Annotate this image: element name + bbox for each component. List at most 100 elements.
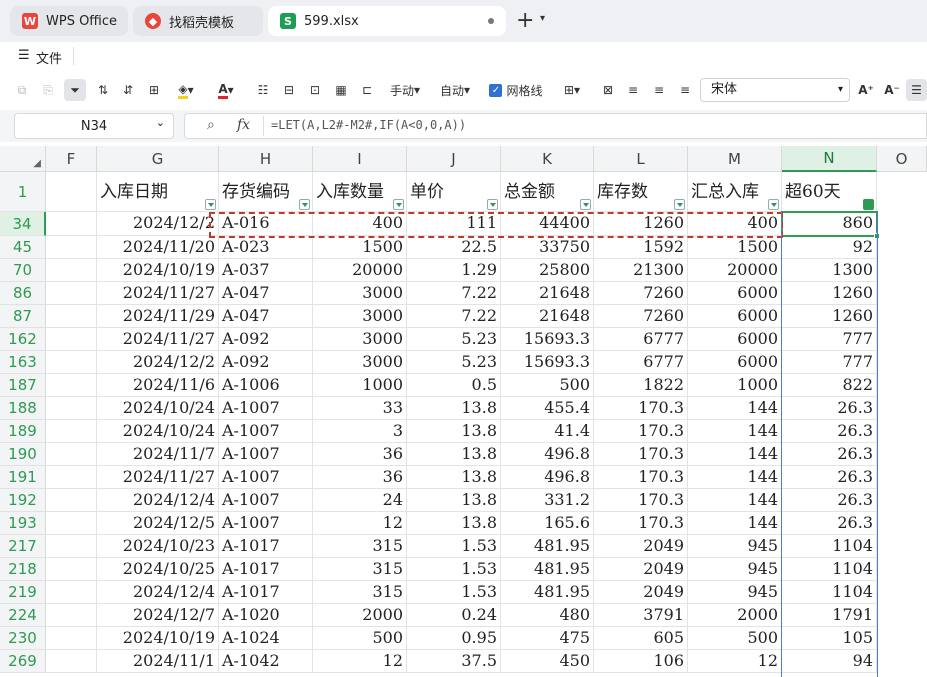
table-cell[interactable]: 481.95 — [501, 558, 594, 581]
table-cell[interactable]: 455.4 — [501, 397, 594, 420]
table-cell[interactable] — [46, 397, 97, 420]
table-cell[interactable]: 1000 — [313, 374, 407, 397]
table-cell[interactable]: 3000 — [313, 328, 407, 351]
table-cell[interactable]: 36 — [313, 443, 407, 466]
table-cell[interactable]: 2049 — [594, 581, 688, 604]
table-cell[interactable]: 1000 — [688, 374, 782, 397]
table-cell[interactable]: 3000 — [313, 351, 407, 374]
table-cell[interactable]: 500 — [688, 627, 782, 650]
table-cell[interactable]: 2024/12/5 — [97, 512, 219, 535]
table-cell[interactable] — [46, 512, 97, 535]
table-cell[interactable]: 2024/10/24 — [97, 397, 219, 420]
row-header[interactable]: 86 — [0, 282, 46, 305]
column-header-f[interactable]: F — [46, 146, 97, 172]
table-cell[interactable]: 7.22 — [407, 282, 501, 305]
chevron-down-icon[interactable]: ▾ — [540, 13, 545, 24]
table-cell[interactable]: 5.23 — [407, 328, 501, 351]
table-cell[interactable]: 1.29 — [407, 259, 501, 282]
table-cell[interactable]: 6000 — [688, 282, 782, 305]
gridlines-toggle[interactable]: ✓ 网格线 — [488, 79, 544, 101]
table-cell[interactable]: 2000 — [688, 604, 782, 627]
filter-dropdown-icon[interactable] — [393, 199, 404, 210]
row-header[interactable]: 224 — [0, 604, 46, 627]
filter-dropdown-icon[interactable] — [580, 199, 591, 210]
table-cell[interactable]: A-092 — [219, 351, 313, 374]
tab-wps-office[interactable]: W WPS Office — [10, 6, 128, 36]
table-cell[interactable]: A-1024 — [219, 627, 313, 650]
table-cell[interactable]: 170.3 — [594, 466, 688, 489]
table-cell[interactable]: A-1007 — [219, 420, 313, 443]
table-cell[interactable]: 481.95 — [501, 535, 594, 558]
table-cell[interactable]: 13.8 — [407, 420, 501, 443]
table-cell[interactable]: 945 — [688, 535, 782, 558]
table-cell[interactable]: A-092 — [219, 328, 313, 351]
table-cell[interactable]: 315 — [313, 535, 407, 558]
filter-dropdown-icon[interactable] — [863, 199, 874, 210]
header-cell[interactable]: 入库日期 — [97, 172, 219, 212]
font-name-select[interactable]: 宋体 ▾ — [700, 78, 850, 102]
table-cell[interactable]: 2024/10/19 — [97, 627, 219, 650]
row-header[interactable]: 269 — [0, 650, 46, 673]
row-header[interactable]: 187 — [0, 374, 46, 397]
table-cell[interactable]: 500 — [313, 627, 407, 650]
table-cell[interactable]: 6777 — [594, 328, 688, 351]
table-cell[interactable]: 2024/11/27 — [97, 328, 219, 351]
table-cell[interactable]: 33750 — [501, 236, 594, 259]
table-cell[interactable] — [46, 466, 97, 489]
table-cell[interactable]: 7.22 — [407, 305, 501, 328]
table-cell[interactable]: 2024/12/4 — [97, 489, 219, 512]
table-cell[interactable]: 105 — [782, 627, 877, 650]
row-header[interactable]: 189 — [0, 420, 46, 443]
table-cell[interactable] — [46, 351, 97, 374]
table-cell[interactable]: 165.6 — [501, 512, 594, 535]
table-cell[interactable] — [46, 328, 97, 351]
formula-input[interactable]: ⌕ fx =LET(A,L2#-M2#,IF(A<0,0,A)) — [184, 113, 927, 139]
more-align-icon[interactable]: ☰ — [906, 79, 927, 101]
filter-dropdown-icon[interactable] — [768, 199, 779, 210]
row-header[interactable]: 193 — [0, 512, 46, 535]
table-cell[interactable]: 13.8 — [407, 443, 501, 466]
table-cell[interactable] — [46, 489, 97, 512]
table-cell[interactable]: 22.5 — [407, 236, 501, 259]
sort-ascending-icon[interactable]: ⇅ — [92, 79, 114, 101]
table-cell[interactable] — [46, 374, 97, 397]
table-cell[interactable]: 475 — [501, 627, 594, 650]
table-cell[interactable]: 605 — [594, 627, 688, 650]
table-cell[interactable]: 12 — [313, 650, 407, 673]
paste-icon[interactable]: ⧉ — [12, 79, 32, 101]
table-cell[interactable]: 15693.3 — [501, 351, 594, 374]
file-menu[interactable]: 文件 — [36, 48, 62, 67]
column-header-g[interactable]: G — [97, 146, 219, 172]
table-cell[interactable]: 0.95 — [407, 627, 501, 650]
table-cell[interactable]: 777 — [782, 351, 877, 374]
table-cell[interactable]: 2024/11/20 — [97, 236, 219, 259]
column-header-h[interactable]: H — [219, 146, 313, 172]
column-header-k[interactable]: K — [501, 146, 594, 172]
table-cell[interactable]: 2024/10/24 — [97, 420, 219, 443]
table-cell[interactable]: 315 — [313, 558, 407, 581]
table-cell[interactable]: 2024/11/1 — [97, 650, 219, 673]
table-cell[interactable]: 1500 — [688, 236, 782, 259]
table-cell[interactable]: 2024/12/4 — [97, 581, 219, 604]
table-cell[interactable]: 170.3 — [594, 420, 688, 443]
table-cell[interactable]: 496.8 — [501, 466, 594, 489]
table-cell[interactable]: 6000 — [688, 305, 782, 328]
table-cell[interactable]: 170.3 — [594, 512, 688, 535]
borders-icon[interactable]: ⊞ — [144, 79, 164, 101]
table-cell[interactable]: 400 — [688, 212, 782, 236]
table-cell[interactable]: 3000 — [313, 282, 407, 305]
clear-format-icon[interactable]: ⊠ — [598, 79, 618, 101]
table-cell[interactable]: 1260 — [782, 282, 877, 305]
table-cell[interactable] — [46, 212, 97, 236]
table-cell[interactable]: 20000 — [313, 259, 407, 282]
table-style-icon[interactable]: ▦ — [332, 79, 350, 101]
filter-dropdown-icon[interactable] — [674, 199, 685, 210]
table-cell[interactable]: 450 — [501, 650, 594, 673]
table-cell[interactable]: 2024/12/2 — [97, 351, 219, 374]
column-header-m[interactable]: M — [688, 146, 782, 172]
row-header[interactable]: 1 — [0, 172, 46, 212]
table-cell[interactable]: 170.3 — [594, 443, 688, 466]
table-cell[interactable]: 400 — [313, 212, 407, 236]
table-cell[interactable]: 777 — [782, 328, 877, 351]
zoom-icon[interactable]: ⌕ — [207, 117, 215, 133]
